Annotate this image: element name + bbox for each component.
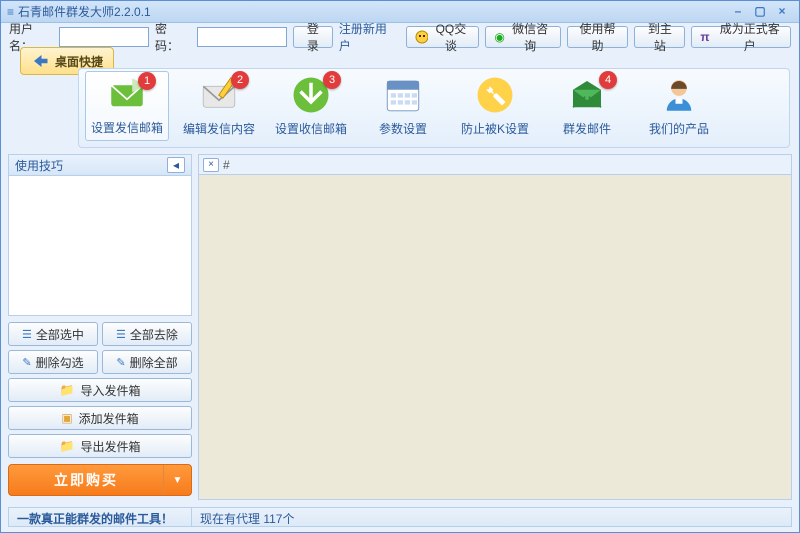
close-button[interactable]: × — [771, 4, 793, 20]
badge: 4 — [599, 71, 617, 89]
toolbtn-param-settings[interactable]: 参数设置 — [361, 71, 445, 141]
export-sendbox-button[interactable]: 📁导出发件箱 — [8, 434, 192, 458]
app-icon: ≡ — [7, 5, 14, 19]
param-settings-icon — [382, 74, 424, 116]
toolbtn-label: 参数设置 — [379, 120, 427, 137]
status-left: 一款真正能群发的邮件工具！ — [8, 507, 192, 527]
folder-in-icon: 📁 — [60, 383, 75, 397]
buy-now-button[interactable]: 立即购买 ▼ — [8, 464, 192, 496]
chevron-down-icon[interactable]: ▼ — [163, 465, 191, 495]
wechat-consult-button[interactable]: ◉ 微信咨询 — [485, 26, 560, 48]
toolbtn-edit-send-content[interactable]: 2 编辑发信内容 — [177, 71, 261, 141]
select-all-button[interactable]: ☰全部选中 — [8, 322, 98, 346]
become-customer-button[interactable]: 成为正式客户 — [691, 26, 791, 48]
toolbtn-label: 我们的产品 — [649, 120, 709, 137]
toolbtn-set-send-mailbox[interactable]: 1 设置发信邮箱 — [85, 71, 169, 141]
badge: 1 — [138, 72, 156, 90]
content-area: × # — [198, 154, 792, 500]
content-tabs: × # — [198, 154, 792, 174]
password-label: 密 码： — [155, 20, 191, 54]
delete-all-button[interactable]: ✎删除全部 — [102, 350, 192, 374]
main-toolbar: 1 设置发信邮箱 2 编辑发信内容 3 设置收信邮箱 参数设置 防止被K设置 4 群发邮件 我们的产… — [78, 68, 790, 148]
toolbtn-mass-send[interactable]: 4 群发邮件 — [545, 71, 629, 141]
titlebar: ≡ 石青邮件群发大师2.2.0.1 – ▢ × — [1, 1, 799, 23]
folder-out-icon: 📁 — [60, 439, 75, 453]
remove-all-button[interactable]: ☰全部去除 — [102, 322, 192, 346]
import-sendbox-button[interactable]: 📁导入发件箱 — [8, 378, 192, 402]
toolbtn-label: 设置发信邮箱 — [91, 119, 163, 136]
tab-close-button[interactable]: × — [203, 158, 219, 172]
login-bar: 用户名： 密 码： 登录 注册新用户 QQ交谈 ◉ 微信咨询 使用帮助 到主站 … — [1, 23, 799, 51]
wechat-icon: ◉ — [494, 30, 504, 44]
mainsite-button[interactable]: 到主站 — [634, 26, 685, 48]
content-body — [198, 174, 792, 500]
toolbtn-label: 防止被K设置 — [461, 120, 529, 137]
toolbtn-label: 编辑发信内容 — [183, 120, 255, 137]
badge: 3 — [323, 71, 341, 89]
tips-body — [8, 176, 192, 316]
toolbtn-label: 设置收信邮箱 — [275, 120, 347, 137]
help-button[interactable]: 使用帮助 — [567, 26, 629, 48]
toolbtn-label: 群发邮件 — [563, 120, 611, 137]
tab-hash: # — [223, 158, 230, 172]
arrow-icon — [31, 52, 49, 70]
login-button[interactable]: 登录 — [293, 26, 333, 48]
list-icon: ☰ — [116, 328, 126, 341]
status-right: 现在有代理 117个 — [192, 507, 792, 527]
maximize-button[interactable]: ▢ — [749, 4, 771, 20]
plus-box-icon: ▣ — [61, 411, 72, 425]
badge: 2 — [231, 71, 249, 89]
qq-chat-button[interactable]: QQ交谈 — [406, 26, 480, 48]
eraser-icon: ✎ — [22, 356, 31, 369]
tips-title: 使用技巧 — [15, 157, 63, 174]
toolbtn-our-products[interactable]: 我们的产品 — [637, 71, 721, 141]
tips-header: 使用技巧 ◂ — [8, 154, 192, 176]
username-input[interactable] — [59, 27, 149, 47]
anti-k-settings-icon — [474, 74, 516, 116]
delete-checked-button[interactable]: ✎删除勾选 — [8, 350, 98, 374]
add-sendbox-button[interactable]: ▣添加发件箱 — [8, 406, 192, 430]
minimize-button[interactable]: – — [727, 4, 749, 20]
tips-toggle-button[interactable]: ◂ — [167, 157, 185, 173]
register-link[interactable]: 注册新用户 — [339, 20, 394, 54]
toolbtn-set-recv-mailbox[interactable]: 3 设置收信邮箱 — [269, 71, 353, 141]
toolbtn-anti-k-settings[interactable]: 防止被K设置 — [453, 71, 537, 141]
status-bar: 一款真正能群发的邮件工具！ 现在有代理 117个 — [8, 507, 792, 527]
password-input[interactable] — [197, 27, 287, 47]
list-icon: ☰ — [22, 328, 32, 341]
window-title: 石青邮件群发大师2.2.0.1 — [18, 3, 151, 20]
side-panel: 使用技巧 ◂ ☰全部选中 ☰全部去除 ✎删除勾选 ✎删除全部 📁导入发件箱 ▣添… — [8, 154, 192, 500]
our-products-icon — [658, 74, 700, 116]
qq-icon — [415, 30, 428, 44]
eraser-icon: ✎ — [116, 356, 125, 369]
